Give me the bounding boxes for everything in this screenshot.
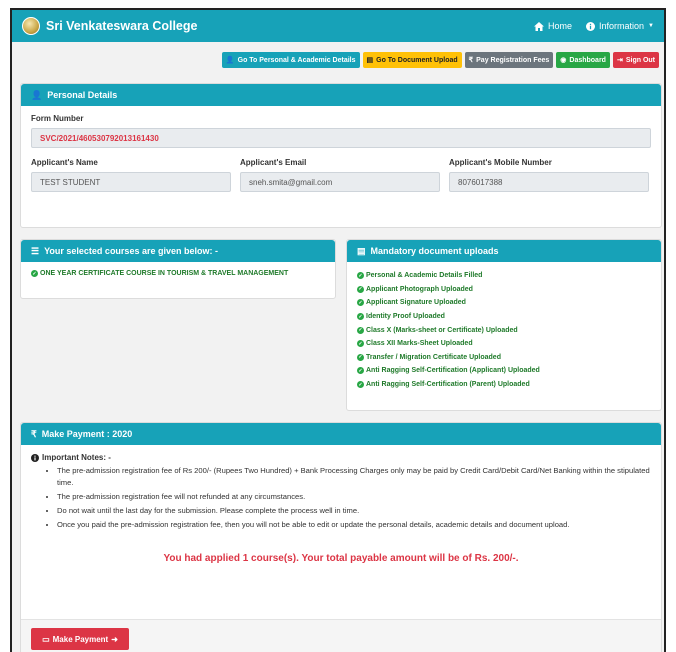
applicant-email-field: sneh.smita@gmail.com xyxy=(240,172,440,192)
arrow-right-icon: ➜ xyxy=(111,634,118,644)
form-number-label: Form Number xyxy=(31,114,84,123)
make-payment-label: Make Payment xyxy=(52,634,109,644)
pay-registration-fees-label: Pay Registration Fees xyxy=(476,56,550,64)
go-to-personal-academic-label: Go To Personal & Academic Details xyxy=(237,56,356,64)
document-item: ✓ Applicant Signature Uploaded xyxy=(357,296,651,310)
payment-summary: You had applied 1 course(s). Your total … xyxy=(163,553,519,564)
mandatory-documents-header: ▤ Mandatory document uploads xyxy=(347,240,661,262)
make-payment-title: Make Payment : 2020 xyxy=(41,429,133,439)
document-item-label: Anti Ragging Self-Certification (Applica… xyxy=(366,367,540,375)
important-notes-label: Important Notes: - xyxy=(42,453,111,462)
mandatory-documents-title: Mandatory document uploads xyxy=(370,246,499,256)
check-circle-icon: ✓ xyxy=(357,285,364,293)
document-item-label: Identity Proof Uploaded xyxy=(366,313,445,321)
document-item: ✓ Anti Ragging Self-Certification (Applic… xyxy=(357,364,651,378)
applicant-email-label: Applicant's Email xyxy=(240,158,307,167)
dashboard-label: Dashboard xyxy=(569,56,606,64)
document-item-label: Anti Ragging Self-Certification (Parent)… xyxy=(366,381,530,389)
important-notes-heading: Important Notes: - xyxy=(31,453,651,462)
sign-out-label: Sign Out xyxy=(625,56,655,64)
document-item-label: Transfer / Migration Certificate Uploade… xyxy=(366,353,501,361)
document-item: ✓ Applicant Photograph Uploaded xyxy=(357,283,651,297)
document-item: ✓ Class X (Marks-sheet or Certificate) Up… xyxy=(357,323,651,337)
payment-footer: ▭ Make Payment ➜ xyxy=(21,619,661,652)
form-number-field: SVC/2021/460530792013161430 xyxy=(31,128,651,148)
file-icon: ▤ xyxy=(366,57,374,64)
dashboard-icon: ◉ xyxy=(560,57,567,64)
document-item-label: Class X (Marks-sheet or Certificate) Upl… xyxy=(366,326,518,334)
make-payment-button[interactable]: ▭ Make Payment ➜ xyxy=(31,628,129,650)
info-icon xyxy=(586,21,596,31)
note-item: Do not wait until the last day for the s… xyxy=(57,505,651,517)
check-circle-icon: ✓ xyxy=(357,353,364,361)
course-item-label: ONE YEAR CERTIFICATE COURSE IN TOURISM &… xyxy=(40,270,289,277)
document-item: ✓ Identity Proof Uploaded xyxy=(357,310,651,324)
personal-details-header: 👤 Personal Details xyxy=(21,84,661,106)
home-icon xyxy=(534,21,544,31)
action-toolbar: 👤 Go To Personal & Academic Details ▤ Go… xyxy=(12,42,664,76)
selected-courses-title: Your selected courses are given below: - xyxy=(44,246,218,256)
personal-details-card: 👤 Personal Details Form Number SVC/2021/… xyxy=(20,83,662,228)
sign-out-button[interactable]: ⇥ Sign Out xyxy=(612,52,659,68)
applicant-mobile-field: 8076017388 xyxy=(449,172,649,192)
document-item-label: Personal & Academic Details Filled xyxy=(366,272,483,280)
rupee-icon: ₹ xyxy=(468,57,474,64)
nav-home-link[interactable]: Home xyxy=(534,21,572,31)
document-item: ✓ Class XII Marks-Sheet Uploaded xyxy=(357,337,651,351)
check-circle-icon: ✓ xyxy=(357,313,364,321)
list-icon: ☰ xyxy=(31,245,40,256)
go-to-document-upload-label: Go To Document Upload xyxy=(376,56,458,64)
pay-registration-fees-button[interactable]: ₹ Pay Registration Fees xyxy=(464,52,554,68)
rupee-icon: ₹ xyxy=(31,428,37,439)
applicant-name-field: TEST STUDENT xyxy=(31,172,231,192)
brand[interactable]: Sri Venkateswara College xyxy=(22,17,197,35)
go-to-personal-academic-button[interactable]: 👤 Go To Personal & Academic Details xyxy=(221,52,360,68)
college-logo-icon xyxy=(22,17,40,35)
applicant-mobile-label: Applicant's Mobile Number xyxy=(449,158,552,167)
mandatory-documents-card: ▤ Mandatory document uploads ✓ Personal &… xyxy=(346,239,662,411)
caret-down-icon: ▼ xyxy=(648,23,654,29)
make-payment-card: ₹ Make Payment : 2020 Important Notes: -… xyxy=(20,422,662,652)
nav-information-label: Information xyxy=(599,21,645,31)
note-item: The pre-admission registration fee will … xyxy=(57,491,651,503)
go-to-document-upload-button[interactable]: ▤ Go To Document Upload xyxy=(362,52,462,68)
app-frame: Sri Venkateswara College Home Informatio… xyxy=(10,8,666,652)
selected-courses-card: ☰ Your selected courses are given below:… xyxy=(20,239,336,299)
info-circle-icon xyxy=(31,453,39,462)
note-item: The pre-admission registration fee of Rs… xyxy=(57,465,651,489)
check-circle-icon: ✓ xyxy=(357,326,364,334)
dashboard-button[interactable]: ◉ Dashboard xyxy=(556,52,610,68)
nav-home-label: Home xyxy=(548,21,573,31)
document-item: ✓ Transfer / Migration Certificate Upload… xyxy=(357,351,651,365)
document-item-label: Applicant Photograph Uploaded xyxy=(366,285,473,293)
check-circle-icon: ✓ xyxy=(357,299,364,307)
document-item: ✓ Personal & Academic Details Filled xyxy=(357,269,651,283)
nav-information-dropdown[interactable]: Information ▼ xyxy=(586,21,654,31)
document-item-label: Applicant Signature Uploaded xyxy=(366,299,466,307)
navbar: Sri Venkateswara College Home Informatio… xyxy=(12,10,664,42)
user-edit-icon: 👤 xyxy=(31,89,43,100)
document-item-label: Class XII Marks-Sheet Uploaded xyxy=(366,340,473,348)
sign-out-icon: ⇥ xyxy=(616,57,623,64)
applicant-name-label: Applicant's Name xyxy=(31,158,98,167)
check-circle-icon: ✓ xyxy=(357,381,364,389)
notes-list: The pre-admission registration fee of Rs… xyxy=(31,465,651,531)
check-circle-icon: ✓ xyxy=(31,270,38,277)
document-item: ✓ Anti Ragging Self-Certification (Parent… xyxy=(357,378,651,392)
make-payment-header: ₹ Make Payment : 2020 xyxy=(21,423,661,445)
personal-details-title: Personal Details xyxy=(47,90,118,100)
brand-name: Sri Venkateswara College xyxy=(46,19,198,33)
course-item: ✓ ONE YEAR CERTIFICATE COURSE IN TOURISM… xyxy=(31,270,325,277)
money-icon: ▭ xyxy=(42,634,50,644)
check-circle-icon: ✓ xyxy=(357,340,364,348)
document-icon: ▤ xyxy=(357,245,366,256)
user-edit-icon: 👤 xyxy=(225,57,235,64)
check-circle-icon: ✓ xyxy=(357,367,364,375)
note-item: Once you paid the pre-admission registra… xyxy=(57,519,651,531)
check-circle-icon: ✓ xyxy=(357,272,364,280)
selected-courses-header: ☰ Your selected courses are given below:… xyxy=(21,240,335,262)
